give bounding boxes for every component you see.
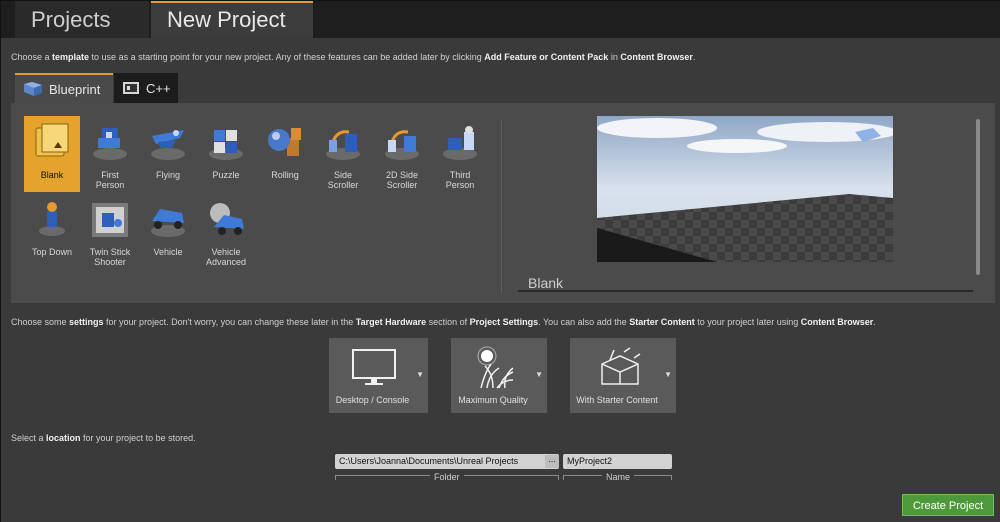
template-side-scroller-label-1: Side <box>333 170 352 180</box>
template-side-scroller-label-2: Scroller <box>327 180 359 190</box>
name-caption: Name <box>602 472 635 482</box>
starter-content-setting-label: With Starter Content <box>576 395 658 405</box>
box-icon <box>601 347 641 385</box>
first-person-template-icon <box>88 120 132 164</box>
template-vehicle[interactable]: Vehicle <box>140 193 196 269</box>
hardware-setting-label: Desktop / Console <box>335 395 410 405</box>
tab-blueprint[interactable]: Blueprint <box>15 73 113 103</box>
hardware-setting-dropdown[interactable]: ▼ Desktop / Console <box>329 338 428 413</box>
folder-path-input[interactable]: C:\Users\Joanna\Documents\Unreal Project… <box>335 454 559 469</box>
grass-sun-icon <box>477 346 514 389</box>
starter-content-setting-dropdown[interactable]: ▼ With Starter Content <box>570 338 676 413</box>
tab-blueprint-label: Blueprint <box>49 81 101 97</box>
template-preview-title: Blank <box>528 275 564 291</box>
template-twin-stick-shooter-label-2: Shooter <box>94 257 126 267</box>
rolling-template-icon <box>263 120 307 164</box>
vehicle-template-icon <box>146 197 190 241</box>
tab-cpp[interactable]: C++ <box>114 73 178 103</box>
quality-setting-dropdown[interactable]: ▼ Maximum Quality <box>451 338 547 413</box>
monitor-icon <box>352 349 396 385</box>
template-top-down[interactable]: Top Down <box>24 193 80 269</box>
third-person-template-icon <box>438 120 482 164</box>
template-third-person-label-2: Person <box>445 180 475 190</box>
template-vehicle-label: Vehicle <box>153 247 183 257</box>
create-project-button[interactable]: Create Project <box>902 494 994 516</box>
template-puzzle-label: Puzzle <box>212 170 240 180</box>
template-rolling-label: Rolling <box>271 170 299 180</box>
template-side-scroller[interactable]: Side Scroller <box>315 116 371 192</box>
template-rolling[interactable]: Rolling <box>257 116 313 192</box>
puzzle-template-icon <box>204 120 248 164</box>
twin-stick-shooter-template-icon <box>88 197 132 241</box>
template-first-person-label-2: Person <box>95 180 125 190</box>
hardware-chevron-down-icon: ▼ <box>416 370 424 379</box>
template-blank-label: Blank <box>40 170 64 180</box>
project-name-input[interactable]: MyProject2 <box>563 454 672 469</box>
location-instructions: Select a location for your project to be… <box>11 433 196 443</box>
template-twin-stick-shooter-label-1: Twin Stick <box>89 247 131 257</box>
starter-content-chevron-down-icon: ▼ <box>664 370 672 379</box>
template-2d-side-scroller[interactable]: 2D Side Scroller <box>374 116 430 192</box>
cpp-icon <box>123 82 139 94</box>
folder-caption: Folder <box>430 472 464 482</box>
preview-underline <box>518 290 973 292</box>
template-flying-label: Flying <box>155 170 180 180</box>
template-vehicle-advanced[interactable]: Vehicle Advanced <box>198 193 254 269</box>
tab-projects[interactable]: Projects <box>15 1 149 38</box>
template-first-person[interactable]: First Person <box>82 116 138 192</box>
top-tab-bar: Projects New Project <box>1 1 1000 38</box>
template-preview-image <box>597 116 893 262</box>
quality-setting-label: Maximum Quality <box>458 395 528 405</box>
tab-cpp-label: C++ <box>146 80 171 96</box>
template-divider <box>501 119 502 293</box>
template-flying[interactable]: Flying <box>140 116 196 192</box>
blueprint-icon <box>24 82 42 96</box>
vehicle-advanced-template-icon <box>204 197 248 241</box>
template-vehicle-advanced-label-1: Vehicle <box>211 247 241 257</box>
side-scroller-template-icon <box>321 120 365 164</box>
2d-side-scroller-template-icon <box>380 120 424 164</box>
template-instructions: Choose a template to use as a starting p… <box>11 52 696 62</box>
template-2d-side-scroller-label-1: 2D Side <box>385 170 419 180</box>
template-third-person[interactable]: Third Person <box>432 116 488 192</box>
template-blank[interactable]: Blank <box>24 116 80 192</box>
browse-folder-button[interactable]: ... <box>545 455 559 468</box>
tab-new-project[interactable]: New Project <box>151 1 313 38</box>
template-top-down-label: Top Down <box>31 247 73 257</box>
template-puzzle[interactable]: Puzzle <box>198 116 254 192</box>
preview-scrollbar[interactable] <box>976 119 980 275</box>
top-down-template-icon <box>30 197 74 241</box>
quality-chevron-down-icon: ▼ <box>535 370 543 379</box>
template-third-person-label-1: Third <box>449 170 471 180</box>
flying-template-icon <box>146 120 190 164</box>
blank-template-icon <box>30 120 74 164</box>
template-twin-stick-shooter[interactable]: Twin Stick Shooter <box>82 193 138 269</box>
template-2d-side-scroller-label-2: Scroller <box>386 180 418 190</box>
template-vehicle-advanced-label-2: Advanced <box>205 257 247 267</box>
template-first-person-label-1: First <box>101 170 119 180</box>
settings-instructions: Choose some settings for your project. D… <box>11 317 876 327</box>
